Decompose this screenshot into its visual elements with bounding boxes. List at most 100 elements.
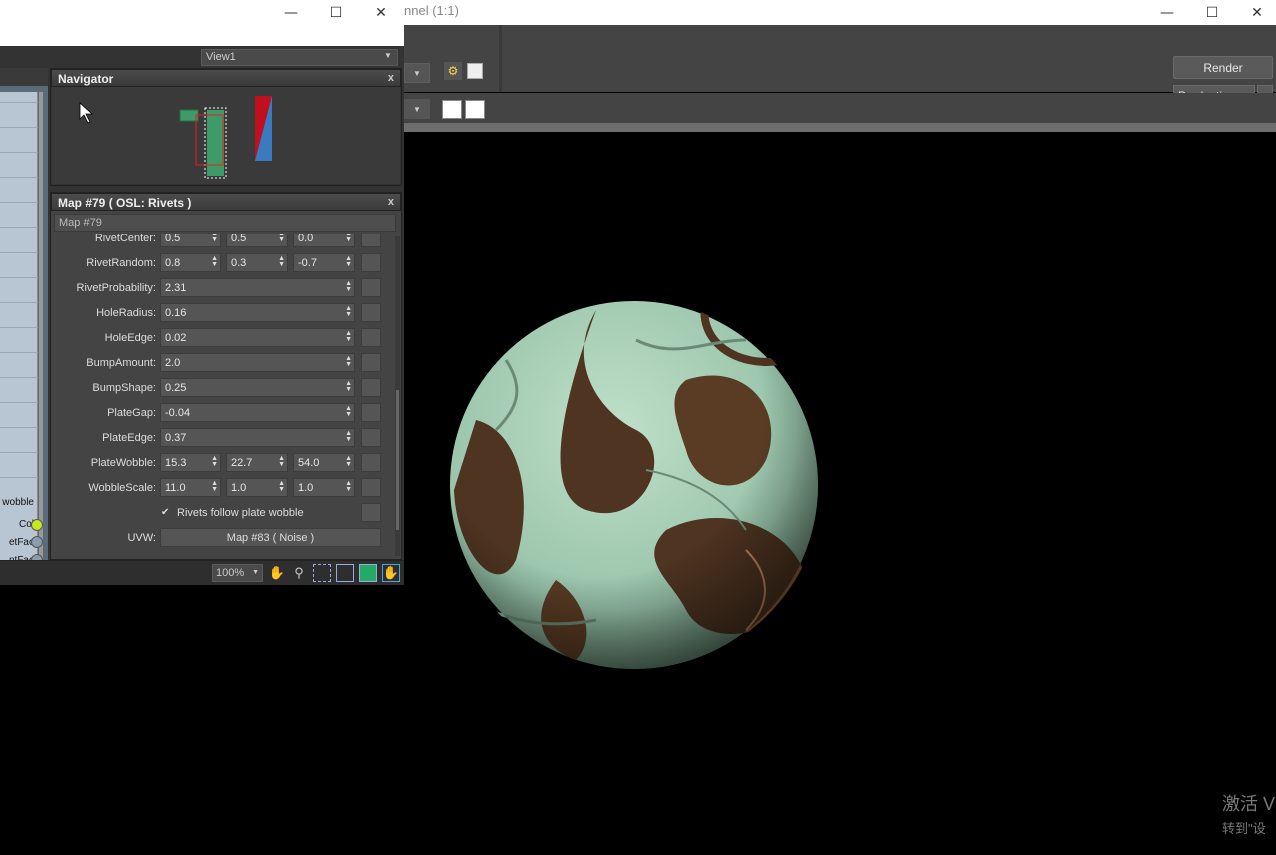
wobblescale-x-spinner[interactable]: 11.0 ▲ ▼: [160, 478, 221, 497]
param-label-rivetcenter: RivetCenter:: [94, 234, 156, 244]
navigator-title: Navigator x: [51, 69, 401, 87]
render-progress-strip: [404, 123, 1276, 132]
node-row-divider: [0, 277, 38, 278]
save-image-icon[interactable]: [442, 100, 462, 119]
activation-watermark-title: 激活 V: [1222, 794, 1276, 814]
node-row-divider: [0, 127, 38, 128]
platewobble-z-spinner[interactable]: 54.0 ▲ ▼: [293, 453, 355, 472]
zoom-extents-selected-icon[interactable]: [359, 564, 377, 582]
material-editor-titlebar: — ☐ ✕: [0, 0, 404, 46]
node-row-divider: [0, 177, 38, 178]
holeedge-spinner[interactable]: 0.02 ▲ ▼: [160, 328, 355, 347]
node-row-divider: [0, 427, 38, 428]
param-label-plateedge: PlateEdge:: [102, 432, 156, 444]
close-button[interactable]: ✕: [358, 0, 404, 25]
render-window-title: nnel (1:1): [404, 3, 459, 18]
uvw-map-button[interactable]: Map #83 ( Noise ): [160, 528, 381, 547]
bumpamount-map-slot[interactable]: [361, 353, 381, 372]
map-name-field[interactable]: Map #79: [54, 214, 396, 232]
close-icon[interactable]: x: [388, 72, 394, 84]
minimize-button[interactable]: —: [268, 0, 314, 25]
render-settings-toolbar: ▼ ⚙ Render Production ▼: [404, 25, 1276, 106]
param-label-holeradius: HoleRadius:: [96, 307, 156, 319]
wobblescale-z-spinner[interactable]: 1.0 ▲ ▼: [293, 478, 355, 497]
node-row-divider: [0, 102, 38, 103]
plategap-map-slot[interactable]: [361, 403, 381, 422]
node-row-divider: [0, 377, 38, 378]
wobblescale-map-slot[interactable]: [361, 478, 381, 497]
rivetrandom-x-spinner[interactable]: 0.8 ▲ ▼: [160, 253, 221, 272]
rivets-follow-wobble-label: Rivets follow plate wobble: [177, 507, 304, 519]
chevron-down-icon: ▼: [252, 569, 259, 576]
rivetprobability-map-slot[interactable]: [361, 278, 381, 297]
render-button[interactable]: Render: [1173, 56, 1273, 79]
holeradius-map-slot[interactable]: [361, 303, 381, 322]
node-row-divider: [0, 202, 38, 203]
platewobble-map-slot[interactable]: [361, 453, 381, 472]
output-socket[interactable]: [31, 519, 43, 531]
toolbar-divider: [499, 25, 502, 92]
wobblescale-y-spinner[interactable]: 1.0 ▲ ▼: [226, 478, 288, 497]
zoom-region-icon[interactable]: [313, 564, 331, 582]
plateedge-spinner[interactable]: 0.37 ▲ ▼: [160, 428, 355, 447]
maximize-button[interactable]: ☐: [313, 0, 359, 25]
node-row-divider: [0, 402, 38, 403]
parameter-editor-title: Map #79 ( OSL: Rivets ) x: [51, 193, 401, 211]
navigator-view[interactable]: [52, 87, 400, 184]
rivetprobability-spinner[interactable]: 2.31 ▲ ▼: [160, 278, 355, 297]
rivetcenter-z-spinner[interactable]: 0.0▲▼: [293, 234, 355, 247]
render-window-titlebar: nnel (1:1) — ☐ ✕: [404, 0, 1276, 25]
close-icon[interactable]: x: [388, 196, 394, 208]
node-header: [0, 68, 48, 86]
output-socket[interactable]: [31, 536, 43, 548]
parameter-rollout: RivetCenter: 0.5▲▼ 0.5▲▼ 0.0▲▼ RivetRand…: [52, 234, 394, 558]
rivetrandom-z-spinner[interactable]: -0.7 ▲ ▼: [293, 253, 355, 272]
close-button[interactable]: ✕: [1234, 0, 1276, 25]
rivetrandom-map-slot[interactable]: [361, 253, 381, 272]
platewobble-x-spinner[interactable]: 15.3 ▲ ▼: [160, 453, 221, 472]
param-label-rivetrandom: RivetRandom:: [86, 257, 156, 269]
rivetcenter-x-spinner[interactable]: 0.5▲▼: [160, 234, 221, 247]
scrollbar-thumb[interactable]: [396, 390, 399, 530]
environment-icon[interactable]: [467, 63, 483, 79]
param-label-bumpamount: BumpAmount:: [86, 357, 156, 369]
node-row-divider: [0, 352, 38, 353]
bumpshape-map-slot[interactable]: [361, 378, 381, 397]
render-output-toolbar: ▼: [404, 93, 1276, 123]
maximize-button[interactable]: ☐: [1189, 0, 1235, 25]
plategap-spinner[interactable]: -0.04 ▲ ▼: [160, 403, 355, 422]
view-select[interactable]: View1: [201, 49, 398, 66]
node-row-divider: [0, 452, 38, 453]
chevron-down-icon[interactable]: ▼: [384, 51, 392, 60]
render-frame-window: nnel (1:1) — ☐ ✕ ▼ ⚙ Render Production ▼…: [404, 0, 1276, 855]
node-row-divider: [0, 302, 38, 303]
pan-to-node-icon[interactable]: ✋: [382, 564, 400, 582]
rivetcenter-y-spinner[interactable]: 0.5▲▼: [226, 234, 288, 247]
zoom-icon[interactable]: ⚲: [290, 564, 308, 582]
rivetrandom-y-spinner[interactable]: 0.3 ▲ ▼: [226, 253, 288, 272]
zoom-level-select[interactable]: 100% ▼: [212, 564, 263, 582]
param-label-plategap: PlateGap:: [107, 407, 156, 419]
param-label-bumpshape: BumpShape:: [92, 382, 156, 394]
graph-node[interactable]: [0, 92, 38, 560]
param-label-holeedge: HoleEdge:: [104, 332, 156, 344]
bumpshape-spinner[interactable]: 0.25 ▲ ▼: [160, 378, 355, 397]
copy-image-icon[interactable]: [465, 100, 485, 119]
node-graph-view[interactable]: wobble Col etFac ntFac: [0, 68, 48, 560]
rivetcenter-map-slot[interactable]: [361, 234, 381, 247]
zoom-extents-icon[interactable]: [336, 564, 354, 582]
dropdown-arrow-icon[interactable]: ▼: [404, 63, 430, 83]
dropdown-arrow-icon[interactable]: ▼: [404, 99, 430, 119]
holeradius-spinner[interactable]: 0.16 ▲ ▼: [160, 303, 355, 322]
node-row-divider: [0, 252, 38, 253]
pan-hand-icon[interactable]: ✋: [268, 564, 286, 582]
rivets-follow-wobble-map-slot[interactable]: [361, 503, 381, 522]
minimize-button[interactable]: —: [1144, 0, 1190, 25]
platewobble-y-spinner[interactable]: 22.7 ▲ ▼: [226, 453, 288, 472]
checkbox-checked-icon[interactable]: ✔: [161, 507, 172, 518]
bumpamount-spinner[interactable]: 2.0 ▲ ▼: [160, 353, 355, 372]
render-setup-icon[interactable]: ⚙: [444, 62, 462, 80]
plateedge-map-slot[interactable]: [361, 428, 381, 447]
holeedge-map-slot[interactable]: [361, 328, 381, 347]
node-row-divider: [0, 477, 38, 478]
